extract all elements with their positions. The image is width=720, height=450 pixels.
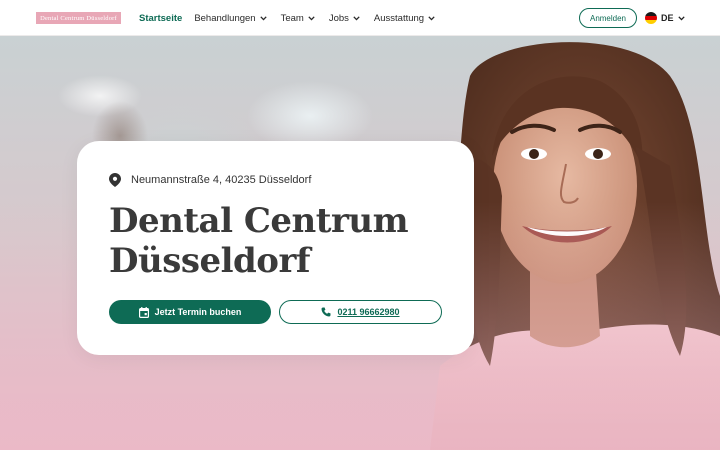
chevron-down-icon [353,15,360,21]
chevron-down-icon [677,15,685,21]
title-line-2: Düsseldorf [109,241,311,281]
phone-button[interactable]: 0211 96662980 [279,300,442,324]
nav-item-label: Ausstattung [373,12,425,24]
hero-card: Neumannstraße 4, 40235 Düsseldorf Dental… [77,141,474,355]
language-code: DE [661,13,674,23]
calendar-icon [138,306,149,318]
chevron-down-icon [428,15,435,21]
nav-item-startseite[interactable]: Startseite [139,13,182,24]
address-text: Neumannstraße 4, 40235 Düsseldorf [131,174,312,186]
book-appointment-label: Jetzt Termin buchen [154,307,242,317]
book-appointment-button[interactable]: Jetzt Termin buchen [109,300,271,324]
nav-item-ausstattung[interactable]: Ausstattung [374,13,435,24]
nav-item-label: Team [280,12,304,24]
nav-item-label: Behandlungen [194,12,256,24]
nav-item-label: Startseite [139,12,183,24]
address-line: Neumannstraße 4, 40235 Düsseldorf [109,173,311,187]
page-title: Dental Centrum Düsseldorf [109,201,449,281]
nav-item-jobs[interactable]: Jobs [329,13,360,24]
title-line-1: Dental Centrum [109,201,409,241]
logo[interactable]: Dental Centrum Düsseldorf [36,12,121,24]
site-header: Dental Centrum Düsseldorf Startseite Beh… [0,0,720,36]
language-selector[interactable]: DE [645,11,685,25]
map-pin-icon [109,173,121,187]
main-nav: Startseite Behandlungen Team Jobs Aussta… [139,0,435,36]
germany-flag-icon [645,12,657,24]
phone-icon [321,307,331,317]
nav-item-behandlungen[interactable]: Behandlungen [194,12,267,24]
nav-item-team[interactable]: Team [281,13,315,24]
login-button[interactable]: Anmelden [579,8,637,28]
chevron-down-icon [259,15,267,21]
nav-item-label: Jobs [328,12,349,24]
phone-number-label: 0211 96662980 [337,307,400,317]
chevron-down-icon [308,15,315,21]
